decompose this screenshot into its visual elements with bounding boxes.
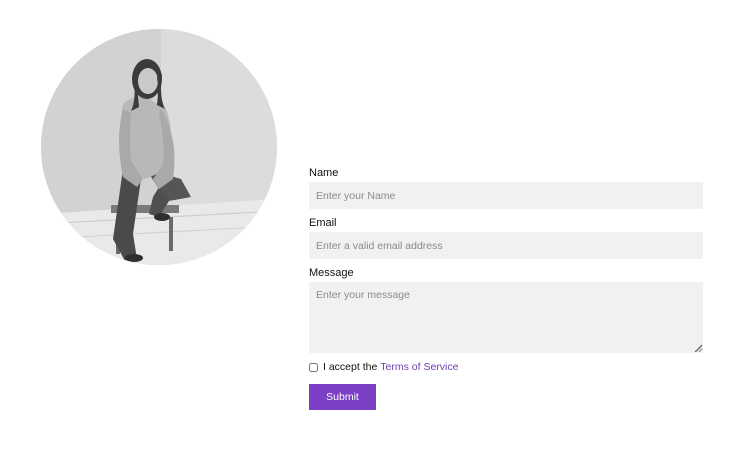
portrait-image [41,29,277,265]
terms-of-service-link[interactable]: Terms of Service [380,361,458,373]
email-input[interactable] [309,232,703,259]
message-label: Message [309,267,354,279]
name-label: Name [309,167,339,179]
message-wrapper [309,282,703,353]
terms-prefix: I accept the [323,361,378,373]
email-group: Email [309,217,703,259]
submit-button[interactable]: Submit [309,384,376,410]
message-textarea[interactable] [309,282,703,353]
name-group: Name [309,167,703,209]
name-input[interactable] [309,182,703,209]
portrait-photo [41,29,277,265]
email-label: Email [309,217,337,229]
terms-row: I accept the Terms of Service [309,361,458,373]
terms-checkbox[interactable] [309,362,318,372]
message-group: Message [309,267,703,353]
